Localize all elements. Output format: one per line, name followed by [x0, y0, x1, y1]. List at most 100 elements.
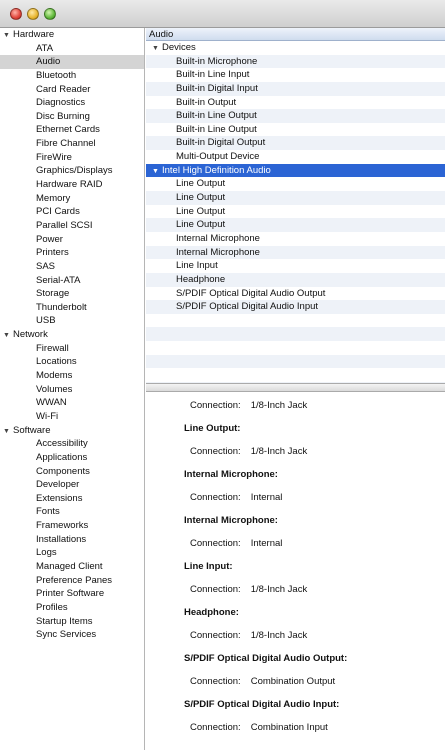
- sidebar-item-sas[interactable]: SAS: [0, 260, 144, 274]
- device-list: ▼ Devices Built-in Microphone Built-in Line…: [146, 41, 445, 383]
- list-item[interactable]: Line Input: [146, 259, 445, 273]
- detail-section-title: Internal Microphone:: [184, 515, 278, 526]
- connection-key: Connection:: [190, 492, 241, 503]
- sidebar-group-software[interactable]: ▼ Software: [0, 424, 144, 438]
- connection-key: Connection:: [190, 400, 241, 411]
- sidebar-item-sync-services[interactable]: Sync Services: [0, 628, 144, 642]
- connection-key: Connection:: [190, 446, 241, 457]
- connection-value: Internal: [250, 492, 283, 503]
- list-item[interactable]: Built-in Digital Output: [146, 136, 445, 151]
- sidebar-item-fibre-channel[interactable]: Fibre Channel: [0, 137, 144, 151]
- connection-value: Combination Input: [250, 722, 328, 733]
- sidebar-item-logs[interactable]: Logs: [0, 546, 144, 560]
- list-group-intel-high-definition-audio[interactable]: ▼ Intel High Definition Audio: [146, 163, 445, 179]
- sidebar-item-firewire[interactable]: FireWire: [0, 151, 144, 165]
- sidebar-item-storage[interactable]: Storage: [0, 287, 144, 301]
- minimize-window-button[interactable]: [27, 8, 39, 20]
- list-group-devices[interactable]: ▼ Devices: [146, 41, 445, 55]
- main-pane: Audio ▼ Devices Built-in Microphone Built-i…: [146, 28, 445, 750]
- sidebar-item-accessibility[interactable]: Accessibility: [0, 437, 144, 451]
- connection-value: 1/8-Inch Jack: [250, 630, 308, 641]
- sidebar-item-card-reader[interactable]: Card Reader: [0, 83, 144, 97]
- list-item[interactable]: S/PDIF Optical Digital Audio Input: [146, 300, 445, 314]
- sidebar-group-network[interactable]: ▼ Network: [0, 328, 144, 342]
- sidebar-item-applications[interactable]: Applications: [0, 451, 144, 465]
- sidebar-item-wi-fi[interactable]: Wi-Fi: [0, 410, 144, 424]
- list-item[interactable]: S/PDIF Optical Digital Audio Output: [146, 287, 445, 301]
- sidebar-item-preference-panes[interactable]: Preference Panes: [0, 574, 144, 588]
- connection-key: Connection:: [190, 676, 241, 687]
- sidebar-group-label: Hardware: [13, 29, 55, 40]
- sidebar-item-ethernet-cards[interactable]: Ethernet Cards: [0, 123, 144, 137]
- sidebar-item-hardware-raid[interactable]: Hardware RAID: [0, 178, 144, 192]
- sidebar-item-managed-client[interactable]: Managed Client: [0, 560, 144, 574]
- empty-list-row: [146, 354, 445, 369]
- empty-list-row: [146, 327, 445, 342]
- sidebar-tree: ▼ Hardware ATA Audio Bluetooth Card Reader Dia…: [0, 28, 145, 750]
- sidebar-item-modems[interactable]: Modems: [0, 369, 144, 383]
- sidebar-item-power[interactable]: Power: [0, 233, 144, 247]
- sidebar-item-fonts[interactable]: Fonts: [0, 505, 144, 519]
- sidebar-item-disc-burning[interactable]: Disc Burning: [0, 110, 144, 124]
- connection-key: Connection:: [190, 722, 241, 733]
- sidebar-item-thunderbolt[interactable]: Thunderbolt: [0, 301, 144, 315]
- list-item[interactable]: Built-in Output: [146, 96, 445, 110]
- list-item[interactable]: Internal Microphone: [146, 232, 445, 246]
- sidebar-item-bluetooth[interactable]: Bluetooth: [0, 69, 144, 83]
- sidebar-group-hardware[interactable]: ▼ Hardware: [0, 28, 144, 42]
- connection-row: Connection: Combination Input: [146, 716, 445, 739]
- sidebar-item-extensions[interactable]: Extensions: [0, 492, 144, 506]
- list-item[interactable]: Line Output: [146, 205, 445, 219]
- sidebar-item-printers[interactable]: Printers: [0, 246, 144, 260]
- list-item[interactable]: Line Output: [146, 177, 445, 191]
- disclosure-triangle-expanded-icon[interactable]: ▼: [3, 29, 13, 43]
- empty-list-row: [146, 341, 445, 355]
- sidebar-item-wwan[interactable]: WWAN: [0, 396, 144, 410]
- empty-list-row: [146, 368, 445, 382]
- detail-section-title: S/PDIF Optical Digital Audio Output:: [184, 653, 348, 664]
- detail-section-title: Line Output:: [184, 423, 241, 434]
- list-item[interactable]: Built-in Digital Input: [146, 81, 445, 96]
- list-group-label: Devices: [162, 42, 196, 53]
- disclosure-triangle-expanded-icon[interactable]: ▼: [3, 425, 13, 439]
- empty-list-row: [146, 314, 445, 328]
- sidebar-item-installations[interactable]: Installations: [0, 533, 144, 547]
- sidebar-item-developer[interactable]: Developer: [0, 478, 144, 492]
- list-item[interactable]: Line Output: [146, 191, 445, 205]
- sidebar-item-startup-items[interactable]: Startup Items: [0, 615, 144, 629]
- sidebar-item-firewall[interactable]: Firewall: [0, 342, 144, 356]
- list-item[interactable]: Headphone: [146, 272, 445, 287]
- pane-splitter[interactable]: [146, 383, 445, 392]
- list-item[interactable]: Built-in Line Output: [146, 109, 445, 123]
- list-item[interactable]: Internal Microphone: [146, 245, 445, 260]
- sidebar-item-printer-software[interactable]: Printer Software: [0, 587, 144, 601]
- sidebar-item-parallel-scsi[interactable]: Parallel SCSI: [0, 219, 144, 233]
- sidebar-item-usb[interactable]: USB: [0, 314, 144, 328]
- list-item[interactable]: Built-in Line Input: [146, 68, 445, 82]
- connection-row: Connection: Combination Output: [146, 670, 445, 693]
- detail-section-title: S/PDIF Optical Digital Audio Input:: [184, 699, 340, 710]
- list-item[interactable]: Multi-Output Device: [146, 150, 445, 164]
- sidebar-item-diagnostics[interactable]: Diagnostics: [0, 96, 144, 110]
- list-item[interactable]: Line Output: [146, 218, 445, 232]
- sidebar-item-graphics-displays[interactable]: Graphics/Displays: [0, 164, 144, 178]
- sidebar-item-ata[interactable]: ATA: [0, 42, 144, 56]
- sidebar-item-pci-cards[interactable]: PCI Cards: [0, 205, 144, 219]
- sidebar-item-volumes[interactable]: Volumes: [0, 383, 144, 397]
- zoom-window-button[interactable]: [44, 8, 56, 20]
- disclosure-triangle-expanded-icon[interactable]: ▼: [152, 165, 162, 179]
- sidebar-item-audio[interactable]: Audio: [0, 55, 144, 69]
- sidebar-item-profiles[interactable]: Profiles: [0, 601, 144, 615]
- list-column-header[interactable]: Audio: [146, 28, 445, 41]
- sidebar-item-components[interactable]: Components: [0, 465, 144, 479]
- list-item[interactable]: Built-in Line Output: [146, 123, 445, 137]
- sidebar-item-frameworks[interactable]: Frameworks: [0, 519, 144, 533]
- close-window-button[interactable]: [10, 8, 22, 20]
- sidebar-item-serial-ata[interactable]: Serial-ATA: [0, 274, 144, 288]
- disclosure-triangle-expanded-icon[interactable]: ▼: [152, 42, 162, 56]
- disclosure-triangle-expanded-icon[interactable]: ▼: [3, 329, 13, 343]
- sidebar-item-locations[interactable]: Locations: [0, 355, 144, 369]
- connection-value: 1/8-Inch Jack: [250, 446, 308, 457]
- sidebar-item-memory[interactable]: Memory: [0, 192, 144, 206]
- list-item[interactable]: Built-in Microphone: [146, 54, 445, 69]
